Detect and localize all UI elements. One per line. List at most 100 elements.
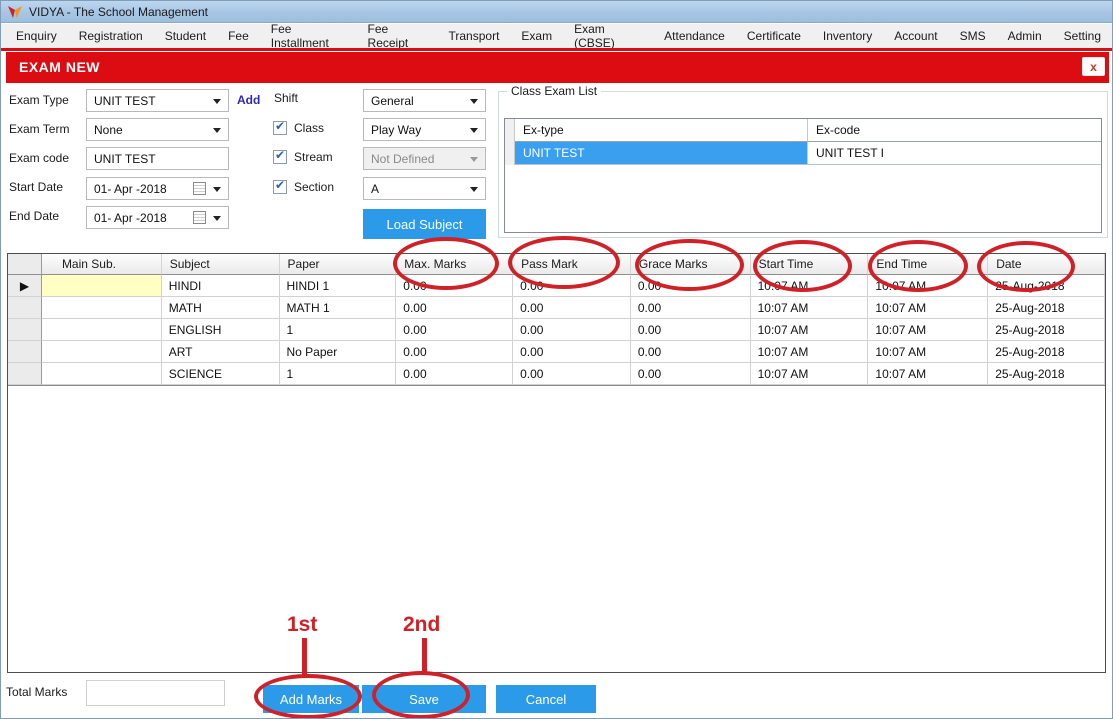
column-header-pass-mark[interactable]: Pass Mark <box>513 254 631 275</box>
menu-item-sms[interactable]: SMS <box>949 25 997 47</box>
menu-item-transport[interactable]: Transport <box>438 25 511 47</box>
cell-start-time[interactable]: 10:07 AM <box>750 275 869 297</box>
cell-pass-mark[interactable]: 0.00 <box>513 341 631 363</box>
class-exam-list-row[interactable]: UNIT TEST UNIT TEST I <box>505 142 1101 165</box>
cell-main-sub[interactable] <box>41 363 162 385</box>
cell-date[interactable]: 25-Aug-2018 <box>988 319 1105 341</box>
cell-subject[interactable]: SCIENCE <box>161 363 280 385</box>
section-checkbox[interactable]: ✔ Section <box>273 178 334 194</box>
column-header-max-marks[interactable]: Max. Marks <box>396 254 514 275</box>
stream-checkbox[interactable]: ✔ Stream <box>273 148 333 164</box>
cell-subject[interactable]: ART <box>161 341 280 363</box>
shift-select[interactable]: General <box>363 89 486 112</box>
cancel-button[interactable]: Cancel <box>496 685 596 713</box>
exam-term-select[interactable]: None <box>86 118 229 141</box>
subjects-grid-header: Main Sub. Subject Paper Max. Marks Pass Mark… <box>8 254 1105 275</box>
column-header-main-sub[interactable]: Main Sub. <box>41 254 162 275</box>
cell-subject[interactable]: MATH <box>161 297 280 319</box>
cell-grace-marks[interactable]: 0.00 <box>630 341 751 363</box>
cell-date[interactable]: 25-Aug-2018 <box>988 275 1105 297</box>
cell-start-time[interactable]: 10:07 AM <box>750 341 869 363</box>
cell-main-sub[interactable] <box>41 297 162 319</box>
cell-end-time[interactable]: 10:07 AM <box>868 363 989 385</box>
cell-max-marks[interactable]: 0.00 <box>396 275 514 297</box>
cell-paper[interactable]: 1 <box>279 319 397 341</box>
checkbox-checked-icon: ✔ <box>273 178 287 194</box>
row-selector[interactable] <box>8 319 42 341</box>
cell-max-marks[interactable]: 0.00 <box>396 319 514 341</box>
menu-item-registration[interactable]: Registration <box>68 25 154 47</box>
cell-end-time[interactable]: 10:07 AM <box>868 341 989 363</box>
ex-code-column-header[interactable]: Ex-code <box>808 119 1101 142</box>
menu-item-inventory[interactable]: Inventory <box>812 25 883 47</box>
cell-start-time[interactable]: 10:07 AM <box>750 297 869 319</box>
column-header-date[interactable]: Date <box>988 254 1105 275</box>
row-selector[interactable] <box>8 363 42 385</box>
menu-item-exam[interactable]: Exam <box>510 25 563 47</box>
add-marks-button[interactable]: Add Marks <box>263 685 359 713</box>
cell-date[interactable]: 25-Aug-2018 <box>988 363 1105 385</box>
cell-subject[interactable]: HINDI <box>161 275 280 297</box>
menu-item-admin[interactable]: Admin <box>997 25 1053 47</box>
column-header-grace-marks[interactable]: Grace Marks <box>630 254 751 275</box>
total-marks-input[interactable] <box>86 680 225 706</box>
add-exam-type-link[interactable]: Add <box>237 93 260 107</box>
ex-type-column-header[interactable]: Ex-type <box>515 119 808 142</box>
current-row-arrow-icon[interactable]: ▶ <box>8 275 42 297</box>
row-selector[interactable] <box>8 341 42 363</box>
cell-start-time[interactable]: 10:07 AM <box>750 363 869 385</box>
menu-item-account[interactable]: Account <box>883 25 948 47</box>
class-exam-list-title: Class Exam List <box>507 84 602 98</box>
class-checkbox[interactable]: ✔ Class <box>273 119 324 135</box>
cell-max-marks[interactable]: 0.00 <box>396 363 514 385</box>
cell-grace-marks[interactable]: 0.00 <box>630 297 751 319</box>
menu-item-attendance[interactable]: Attendance <box>653 25 736 47</box>
menu-item-enquiry[interactable]: Enquiry <box>5 25 68 47</box>
menu-item-fee[interactable]: Fee <box>217 25 260 47</box>
start-date-picker[interactable]: 01- Apr -2018 <box>86 177 229 200</box>
cell-grace-marks[interactable]: 0.00 <box>630 363 751 385</box>
column-header-paper[interactable]: Paper <box>279 254 397 275</box>
cell-max-marks[interactable]: 0.00 <box>396 341 514 363</box>
cell-main-sub[interactable] <box>41 341 162 363</box>
cell-main-sub[interactable] <box>41 275 162 297</box>
cell-end-time[interactable]: 10:07 AM <box>868 297 989 319</box>
save-button[interactable]: Save <box>362 685 486 713</box>
cell-paper[interactable]: No Paper <box>279 341 397 363</box>
section-select[interactable]: A <box>363 177 486 200</box>
cell-paper[interactable]: MATH 1 <box>279 297 397 319</box>
cell-paper[interactable]: 1 <box>279 363 397 385</box>
cell-pass-mark[interactable]: 0.00 <box>513 363 631 385</box>
column-header-end-time[interactable]: End Time <box>868 254 989 275</box>
calendar-icon <box>193 211 206 224</box>
end-date-picker[interactable]: 01- Apr -2018 <box>86 206 229 229</box>
ex-code-cell[interactable]: UNIT TEST I <box>808 142 1101 165</box>
cell-pass-mark[interactable]: 0.00 <box>513 275 631 297</box>
menu-item-student[interactable]: Student <box>154 25 217 47</box>
class-exam-list-header: Ex-type Ex-code <box>505 119 1101 142</box>
cell-grace-marks[interactable]: 0.00 <box>630 275 751 297</box>
menu-item-certificate[interactable]: Certificate <box>736 25 812 47</box>
class-select[interactable]: Play Way <box>363 118 486 141</box>
cell-pass-mark[interactable]: 0.00 <box>513 319 631 341</box>
row-selector[interactable] <box>8 297 42 319</box>
cell-start-time[interactable]: 10:07 AM <box>750 319 869 341</box>
cell-subject[interactable]: ENGLISH <box>161 319 280 341</box>
cell-main-sub[interactable] <box>41 319 162 341</box>
cell-end-time[interactable]: 10:07 AM <box>868 319 989 341</box>
cell-grace-marks[interactable]: 0.00 <box>630 319 751 341</box>
menu-item-setting[interactable]: Setting <box>1053 25 1112 47</box>
exam-code-input[interactable]: UNIT TEST <box>86 147 229 170</box>
exam-type-select[interactable]: UNIT TEST <box>86 89 229 112</box>
load-subject-button[interactable]: Load Subject <box>363 209 486 239</box>
close-button[interactable]: x <box>1082 57 1105 76</box>
cell-pass-mark[interactable]: 0.00 <box>513 297 631 319</box>
column-header-subject[interactable]: Subject <box>161 254 280 275</box>
column-header-start-time[interactable]: Start Time <box>750 254 869 275</box>
cell-paper[interactable]: HINDI 1 <box>279 275 397 297</box>
cell-date[interactable]: 25-Aug-2018 <box>988 341 1105 363</box>
cell-max-marks[interactable]: 0.00 <box>396 297 514 319</box>
cell-end-time[interactable]: 10:07 AM <box>868 275 989 297</box>
ex-type-cell[interactable]: UNIT TEST <box>515 142 808 165</box>
cell-date[interactable]: 25-Aug-2018 <box>988 297 1105 319</box>
